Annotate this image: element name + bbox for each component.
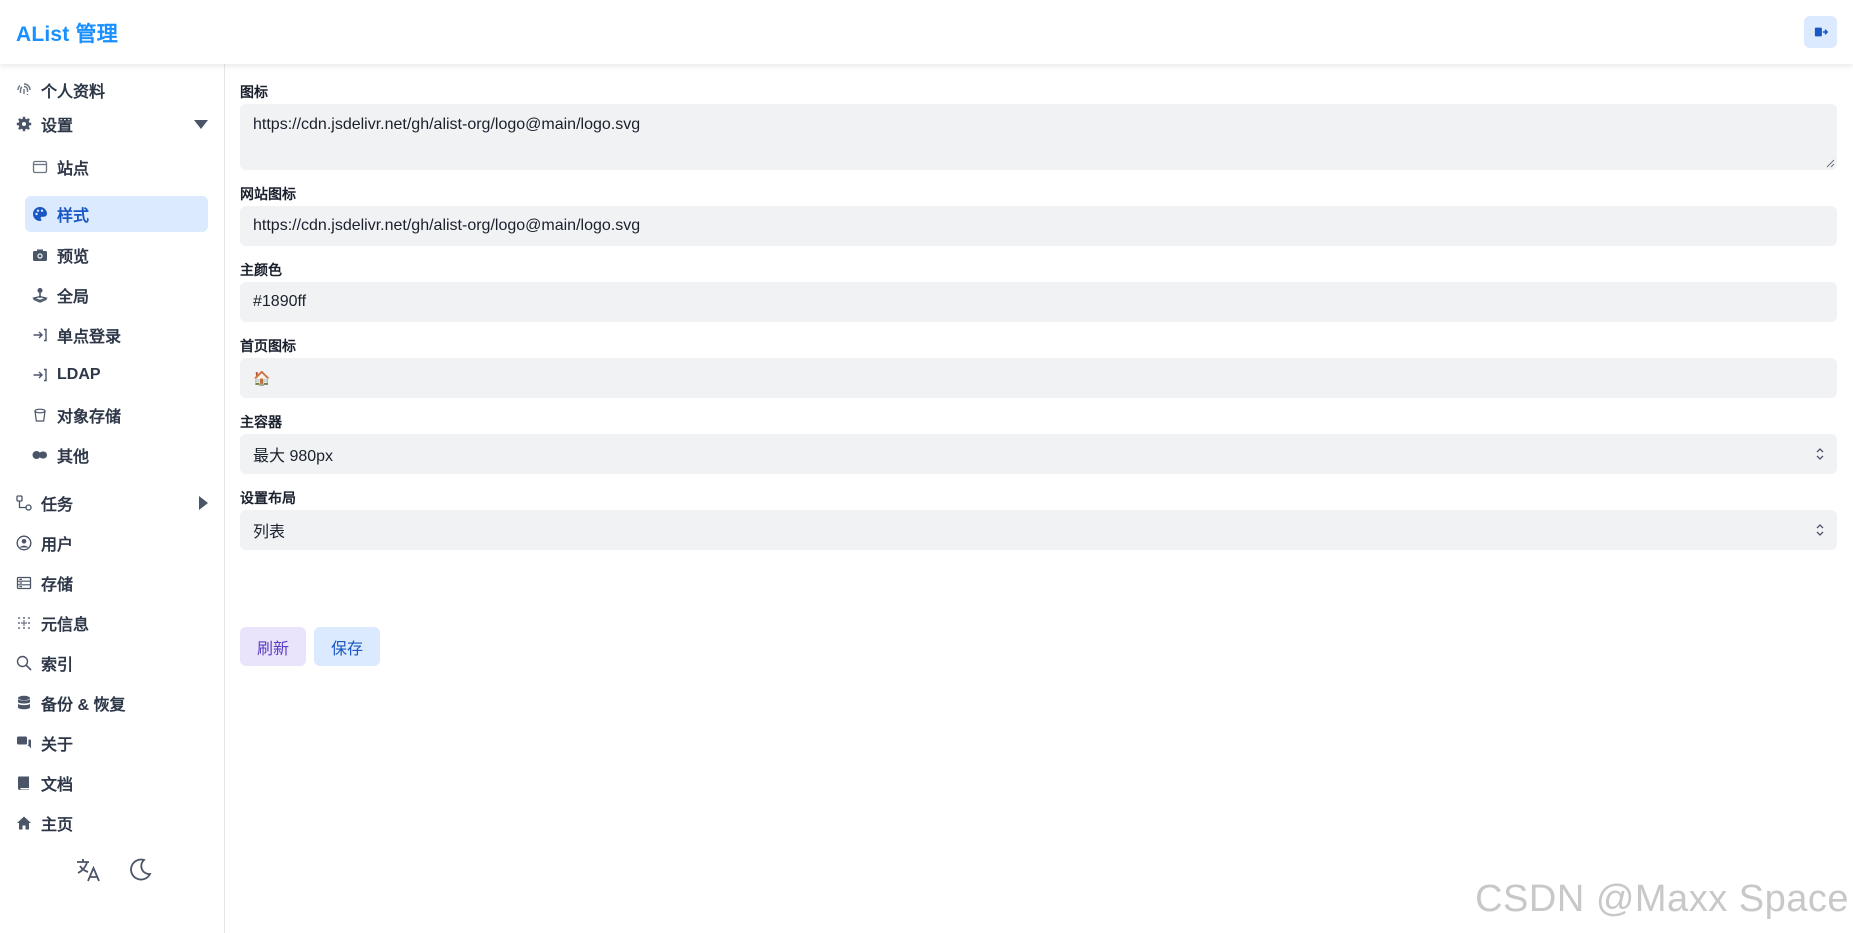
sidebar-footer bbox=[73, 855, 155, 885]
sidebar-item-home[interactable]: 主页 bbox=[16, 806, 73, 840]
book-icon bbox=[16, 775, 32, 791]
sidebar-item-tasks[interactable]: 任务 bbox=[16, 486, 209, 520]
sidebar-item-preview[interactable]: 预览 bbox=[25, 238, 208, 272]
sidebar-item-label: 存储 bbox=[41, 577, 74, 594]
translate-icon[interactable] bbox=[73, 855, 103, 885]
sidebar-item-site[interactable]: 站点 bbox=[25, 150, 208, 184]
login-icon bbox=[32, 367, 48, 383]
fingerprint-icon bbox=[16, 82, 32, 98]
main-container-label: 主容器 bbox=[240, 414, 282, 430]
logout-icon bbox=[1814, 27, 1828, 37]
storage-icon bbox=[16, 575, 32, 591]
sidebar-item-label: 对象存储 bbox=[57, 409, 122, 426]
flow-icon bbox=[16, 495, 32, 511]
main-container-value: 最大 980px bbox=[253, 448, 334, 465]
main-color-label: 主颜色 bbox=[240, 262, 282, 278]
sidebar-item-label: 任务 bbox=[41, 497, 74, 514]
gear-icon bbox=[16, 116, 32, 132]
logo-textarea[interactable]: https://cdn.jsdelivr.net/gh/alist-org/lo… bbox=[240, 104, 1837, 170]
select-arrows-icon bbox=[1816, 524, 1824, 536]
logout-button[interactable] bbox=[1804, 16, 1837, 48]
sidebar-item-settings[interactable]: 设置 bbox=[16, 107, 209, 141]
user-circle-icon bbox=[16, 535, 32, 551]
sidebar-item-sso[interactable]: 单点登录 bbox=[25, 318, 208, 352]
sidebar-item-label: 预览 bbox=[57, 249, 90, 266]
settings-layout-select[interactable]: 列表 bbox=[240, 510, 1837, 550]
home-icon-input[interactable]: 🏠 bbox=[240, 358, 1837, 398]
refresh-button[interactable]: 刷新 bbox=[240, 627, 306, 666]
sidebar-item-index[interactable]: 索引 bbox=[16, 646, 73, 680]
palette-icon bbox=[32, 206, 48, 222]
main-color-value: #1890ff bbox=[253, 293, 307, 310]
select-arrows-icon bbox=[1816, 448, 1824, 460]
home-icon-value: 🏠 bbox=[253, 369, 271, 386]
sidebar-item-ldap[interactable]: LDAP bbox=[25, 358, 208, 392]
sidebar-item-label: 用户 bbox=[41, 537, 74, 554]
sidebar-item-label: 样式 bbox=[57, 208, 90, 225]
logo-label: 图标 bbox=[240, 84, 268, 100]
sidebar-item-label: 关于 bbox=[41, 737, 74, 754]
grid-dots-icon bbox=[16, 615, 32, 631]
chevron-right-icon bbox=[199, 496, 208, 510]
brand-title[interactable]: AList 管理 bbox=[16, 18, 118, 48]
main-container-select[interactable]: 最大 980px bbox=[240, 434, 1837, 474]
camera-icon bbox=[32, 247, 48, 263]
sidebar-item-docs[interactable]: 文档 bbox=[16, 766, 73, 800]
search-icon bbox=[16, 655, 32, 671]
home-icon bbox=[16, 815, 32, 831]
sidebar-item-meta[interactable]: 元信息 bbox=[16, 606, 89, 640]
home-icon-label: 首页图标 bbox=[240, 338, 296, 354]
sidebar-item-backup-restore[interactable]: 备份 & 恢复 bbox=[16, 686, 125, 720]
favicon-value: https://cdn.jsdelivr.net/gh/alist-org/lo… bbox=[253, 217, 641, 234]
sidebar-item-profile[interactable]: 个人资料 bbox=[16, 73, 105, 107]
logo-value: https://cdn.jsdelivr.net/gh/alist-org/lo… bbox=[253, 116, 641, 133]
sidebar-item-label: 站点 bbox=[57, 161, 90, 178]
sidebar-item-label: 个人资料 bbox=[41, 84, 106, 101]
chevron-down-icon bbox=[194, 120, 208, 129]
database-icon bbox=[16, 695, 32, 711]
resize-grip-icon[interactable] bbox=[1825, 158, 1835, 168]
sidebar-item-other[interactable]: 其他 bbox=[25, 438, 208, 472]
watermark: CSDN @Maxx Space bbox=[1475, 878, 1849, 920]
sidebar-item-label: 全局 bbox=[57, 289, 90, 306]
top-bar: AList 管理 bbox=[0, 0, 1853, 64]
favicon-input[interactable]: https://cdn.jsdelivr.net/gh/alist-org/lo… bbox=[240, 206, 1837, 246]
sidebar-item-label: 索引 bbox=[41, 657, 74, 674]
sidebar: 个人资料 设置 站点 样式 预览 全局 单点登录 LDAP 对象存储 其他 任务… bbox=[0, 64, 225, 933]
sidebar-item-object-storage[interactable]: 对象存储 bbox=[25, 398, 208, 432]
login-icon bbox=[32, 327, 48, 343]
sidebar-item-label: 文档 bbox=[41, 777, 74, 794]
settings-layout-value: 列表 bbox=[253, 524, 286, 541]
sidebar-item-global[interactable]: 全局 bbox=[25, 278, 208, 312]
sidebar-item-label: 主页 bbox=[41, 817, 74, 834]
sidebar-item-users[interactable]: 用户 bbox=[16, 526, 73, 560]
window-icon bbox=[32, 159, 48, 175]
favicon-label: 网站图标 bbox=[240, 186, 296, 202]
toggle-icon bbox=[32, 447, 48, 463]
moon-icon[interactable] bbox=[125, 855, 155, 885]
sidebar-item-storage[interactable]: 存储 bbox=[16, 566, 73, 600]
settings-layout-label: 设置布局 bbox=[240, 490, 296, 506]
sidebar-item-about[interactable]: 关于 bbox=[16, 726, 73, 760]
sidebar-item-style[interactable]: 样式 bbox=[25, 196, 208, 232]
chat-icon bbox=[16, 735, 32, 751]
sidebar-item-label: 其他 bbox=[57, 449, 90, 466]
save-button[interactable]: 保存 bbox=[314, 627, 380, 666]
sidebar-item-label: 元信息 bbox=[41, 617, 90, 634]
sidebar-item-label: 设置 bbox=[41, 118, 74, 135]
sidebar-item-label: 单点登录 bbox=[57, 329, 122, 346]
joystick-icon bbox=[32, 287, 48, 303]
sidebar-item-label: LDAP bbox=[57, 366, 101, 383]
bucket-icon bbox=[32, 407, 48, 423]
main-color-input[interactable]: #1890ff bbox=[240, 282, 1837, 322]
sidebar-item-label: 备份 & 恢复 bbox=[41, 697, 126, 714]
